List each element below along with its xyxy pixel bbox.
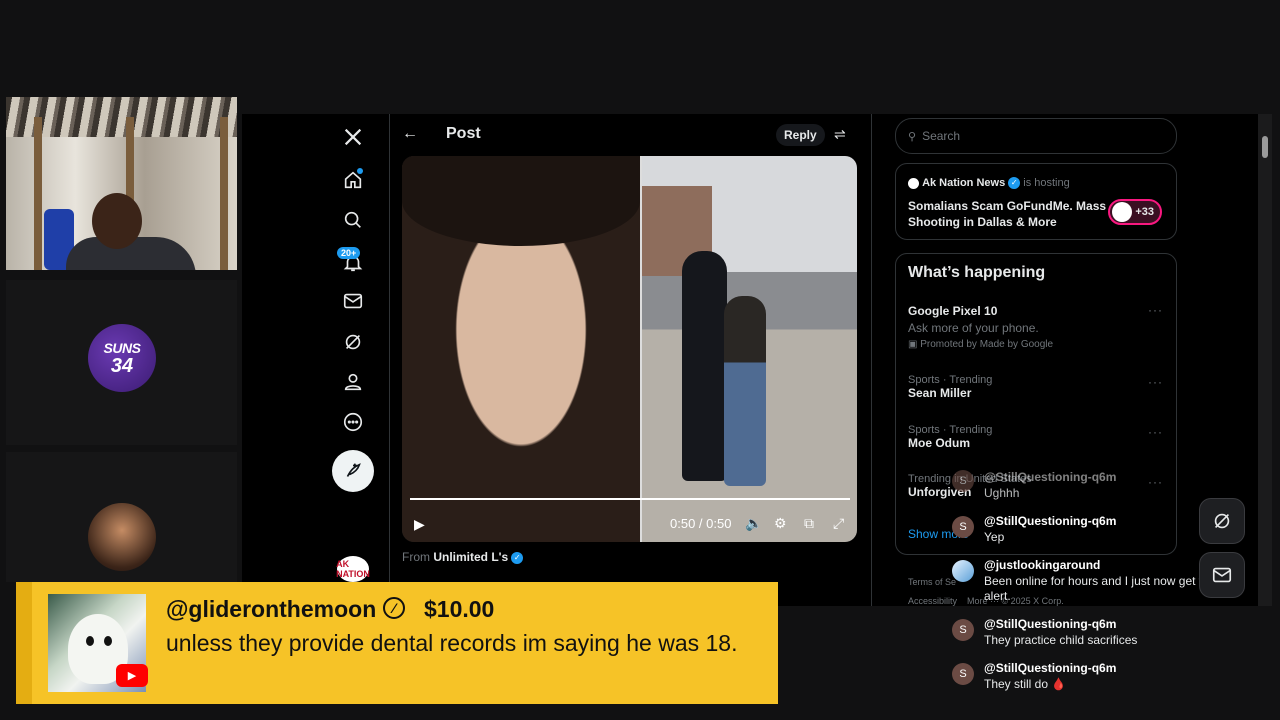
video-settings-gear-icon[interactable]: ⚙ xyxy=(774,515,787,532)
space-host-name: Ak Nation News xyxy=(922,177,1006,189)
trend-more-icon[interactable]: ··· xyxy=(1148,425,1163,439)
chat-avatar: S xyxy=(952,619,974,641)
trend-name: Google Pixel 10 xyxy=(908,304,998,318)
trend-item[interactable]: Sports · Trending Sean Miller xyxy=(908,374,992,400)
chat-text: Yep xyxy=(984,530,1005,544)
trend-description: Ask more of your phone. xyxy=(908,321,1039,335)
video-left-frame xyxy=(402,156,640,542)
messages-icon[interactable] xyxy=(338,286,368,316)
profile-icon[interactable] xyxy=(338,367,368,397)
verified-badge-icon: ✓ xyxy=(1008,177,1021,190)
chat-message: S @StillQuestioning-q6m They practice ch… xyxy=(952,617,1232,653)
trend-more-icon[interactable]: ··· xyxy=(1148,303,1163,317)
chat-text: They still do 🩸 xyxy=(984,677,1067,691)
chat-avatar xyxy=(952,560,974,582)
superchat-message: unless they provide dental records im sa… xyxy=(166,630,738,656)
superchat-badge-icon: ⁄ xyxy=(383,597,405,619)
page-title: Post xyxy=(446,125,481,142)
chat-username: @StillQuestioning-q6m xyxy=(984,617,1117,631)
home-unread-dot xyxy=(357,168,363,174)
picture-in-picture-icon[interactable]: ⧉ xyxy=(804,515,814,532)
feather-plus-icon xyxy=(346,463,361,477)
streamer-webcam xyxy=(6,97,237,270)
space-host-line: Ak Nation News ✓ is hosting xyxy=(908,177,1070,190)
messages-button[interactable] xyxy=(1199,552,1245,598)
host-avatar xyxy=(908,177,919,189)
play-icon[interactable]: ▶ xyxy=(414,516,425,533)
chat-avatar: S xyxy=(952,663,974,685)
youtube-logo-icon: ▶ xyxy=(116,664,148,687)
more-options-icon[interactable] xyxy=(338,407,368,437)
notification-count-badge: 20+ xyxy=(337,247,361,259)
search-icon[interactable] xyxy=(338,205,368,235)
trend-more-icon[interactable]: ··· xyxy=(1148,375,1163,389)
chat-username: @StillQuestioning-q6m xyxy=(984,514,1117,528)
home-icon[interactable] xyxy=(338,165,368,195)
superchat-accent-strip xyxy=(16,582,32,704)
trend-meta: Sports · Trending xyxy=(908,374,993,386)
volume-icon[interactable]: 🔈 xyxy=(745,515,762,532)
chat-message: @justlookingaround Been online for hours… xyxy=(952,558,1232,608)
trend-item[interactable]: Google Pixel 10 Ask more of your phone. … xyxy=(908,304,1053,350)
chat-text: They practice child sacrifices xyxy=(984,633,1138,647)
streamer-avatar xyxy=(88,503,156,571)
trend-name: Sean Miller xyxy=(908,386,972,400)
from-prefix: From xyxy=(402,550,430,564)
superchat-username: @glideronthemoon xyxy=(166,596,377,622)
post-video[interactable] xyxy=(402,156,857,542)
team-badge-number: 34 xyxy=(110,355,134,377)
video-right-frame xyxy=(642,156,857,542)
team-badge-name: SUNS xyxy=(103,340,141,356)
fullscreen-icon[interactable]: ⤢ xyxy=(833,515,844,532)
chat-message: S @StillQuestioning-q6m Ughhh xyxy=(952,470,1232,504)
search-icon: ⚲ xyxy=(908,130,917,143)
trend-item[interactable]: Sports · Trending Moe Odum xyxy=(908,424,992,450)
listener-avatar xyxy=(1112,202,1132,222)
superchat-amount: $10.00 xyxy=(424,596,495,622)
listener-count: +33 xyxy=(1135,206,1154,218)
account-avatar[interactable]: AK NATION xyxy=(336,556,370,582)
back-arrow-icon[interactable]: ← xyxy=(402,125,418,143)
space-listeners-pill[interactable]: +33 xyxy=(1108,199,1162,225)
verified-badge-icon: ✓ xyxy=(511,551,524,564)
grok-icon xyxy=(1214,513,1230,529)
chat-avatar: S xyxy=(952,516,974,538)
reply-button[interactable]: Reply xyxy=(776,124,825,146)
chat-username: @StillQuestioning-q6m xyxy=(984,661,1117,675)
chat-avatar: S xyxy=(952,470,974,492)
chat-message: S @StillQuestioning-q6m Yep xyxy=(952,514,1232,550)
video-progress-bar[interactable] xyxy=(410,498,850,500)
whats-happening-title: What’s happening xyxy=(908,264,1046,281)
chat-message: S @StillQuestioning-q6m They still do 🩸 xyxy=(952,661,1232,697)
trend-promoted: ▣ Promoted by Made by Google xyxy=(908,339,1054,350)
search-input[interactable]: ⚲ Search xyxy=(895,118,1177,154)
trend-name: Moe Odum xyxy=(908,436,970,450)
video-source: From Unlimited L's ✓ xyxy=(402,550,524,564)
team-badge: SUNS 34 xyxy=(88,324,156,392)
whats-happening-card xyxy=(895,253,1177,555)
chat-username: @StillQuestioning-q6m xyxy=(984,470,1117,484)
from-account-link[interactable]: Unlimited L's xyxy=(433,550,508,564)
x-logo-icon[interactable] xyxy=(338,122,368,152)
video-time: 0:50 / 0:50 xyxy=(670,516,732,531)
chat-username: @justlookingaround xyxy=(984,558,1101,572)
chat-text: Been online for hours and I just now get… xyxy=(984,574,1216,603)
scrollbar-thumb[interactable] xyxy=(1262,136,1268,158)
grok-button[interactable] xyxy=(1199,498,1245,544)
mail-icon xyxy=(1212,567,1232,583)
search-placeholder: Search xyxy=(922,129,961,143)
space-host-suffix: is hosting xyxy=(1023,177,1070,189)
compose-post-button[interactable] xyxy=(332,450,374,492)
scrollbar[interactable] xyxy=(1258,114,1272,606)
chat-text: Ughhh xyxy=(984,486,1020,500)
space-title: Somalians Scam GoFundMe. Mass Shooting i… xyxy=(908,199,1107,229)
trend-meta: Sports · Trending xyxy=(908,424,993,436)
settings-sliders-icon[interactable]: ⇌ xyxy=(834,126,846,143)
grok-icon[interactable] xyxy=(338,327,368,357)
